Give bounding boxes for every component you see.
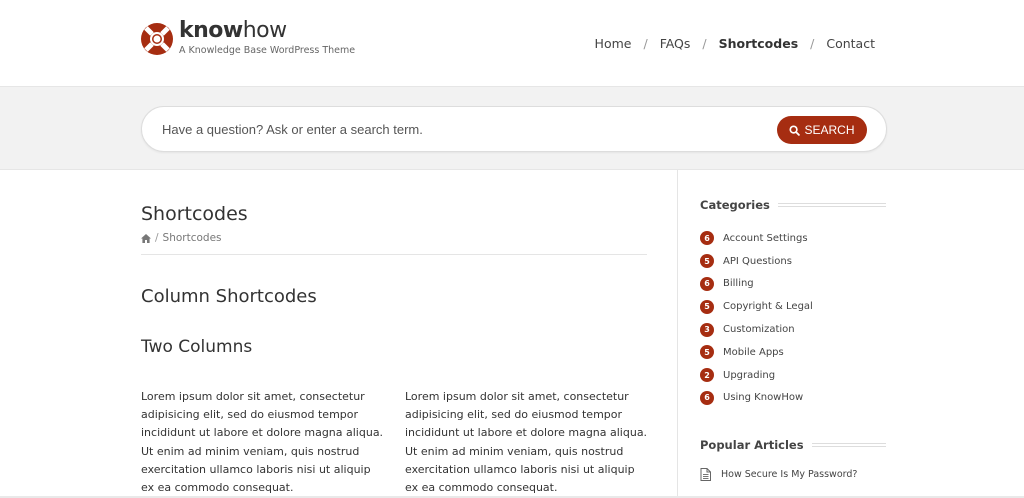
- home-icon[interactable]: [141, 233, 151, 243]
- categories-title-text: Categories: [700, 198, 770, 212]
- category-label: Copyright & Legal: [723, 301, 813, 313]
- category-item[interactable]: 5 Copyright & Legal: [700, 295, 813, 318]
- subsection-heading: Two Columns: [141, 337, 253, 357]
- categories-widget-title: Categories: [700, 198, 886, 212]
- category-item[interactable]: 5 Mobile Apps: [700, 341, 813, 364]
- nav-shortcodes[interactable]: Shortcodes: [719, 36, 799, 51]
- category-list: 6 Account Settings 5 API Questions 6 Billin…: [700, 227, 813, 409]
- breadcrumb-current: Shortcodes: [162, 232, 222, 244]
- category-item[interactable]: 5 API Questions: [700, 250, 813, 273]
- category-label: Billing: [723, 278, 754, 290]
- main-nav: Home / FAQs / Shortcodes / Contact: [595, 36, 875, 51]
- search-box: SEARCH: [141, 106, 887, 152]
- nav-home[interactable]: Home: [595, 36, 632, 51]
- nav-contact[interactable]: Contact: [826, 36, 875, 51]
- category-label: Mobile Apps: [723, 346, 784, 358]
- site-logo[interactable]: knowhow A Knowledge Base WordPress Theme: [140, 18, 356, 56]
- category-item[interactable]: 6 Using KnowHow: [700, 387, 813, 410]
- category-item[interactable]: 3 Customization: [700, 318, 813, 341]
- category-label: Account Settings: [723, 232, 808, 244]
- category-count-badge: 6: [700, 231, 714, 246]
- title-rule: [777, 203, 886, 207]
- category-count-badge: 5: [700, 254, 714, 269]
- popular-article-label: How Secure Is My Password?: [721, 469, 858, 480]
- category-count-badge: 6: [700, 276, 714, 291]
- popular-title-text: Popular Articles: [700, 438, 804, 452]
- category-item[interactable]: 6 Billing: [700, 273, 813, 296]
- nav-separator: /: [702, 36, 707, 51]
- nav-faqs[interactable]: FAQs: [660, 36, 691, 51]
- search-band: SEARCH: [0, 86, 1024, 170]
- lifebuoy-logo-icon: [141, 23, 173, 55]
- category-item[interactable]: 2 Upgrading: [700, 364, 813, 387]
- section-heading: Column Shortcodes: [141, 286, 317, 307]
- search-button-label: SEARCH: [804, 123, 855, 137]
- page-title: Shortcodes: [141, 203, 248, 225]
- search-icon: [789, 124, 801, 136]
- category-label: Upgrading: [723, 369, 776, 381]
- breadcrumb-separator: /: [155, 232, 159, 244]
- category-item[interactable]: 6 Account Settings: [700, 227, 813, 250]
- category-count-badge: 5: [700, 299, 714, 314]
- title-rule: [811, 443, 886, 447]
- category-count-badge: 6: [700, 390, 714, 405]
- category-label: Customization: [723, 324, 795, 336]
- category-count-badge: 3: [700, 322, 714, 337]
- popular-articles-widget-title: Popular Articles: [700, 438, 886, 452]
- brand-tagline: A Knowledge Base WordPress Theme: [179, 45, 356, 56]
- nav-separator: /: [810, 36, 815, 51]
- brand-name: knowhow: [179, 18, 287, 43]
- popular-article-item[interactable]: How Secure Is My Password?: [700, 468, 857, 481]
- search-input[interactable]: [160, 107, 740, 151]
- site-header: knowhow A Knowledge Base WordPress Theme…: [0, 0, 1024, 86]
- column-two-text: Lorem ipsum dolor sit amet, consectetur …: [405, 390, 648, 495]
- sidebar-divider: [677, 170, 678, 498]
- category-label: API Questions: [723, 255, 792, 267]
- title-divider: [141, 254, 647, 255]
- content-area: Shortcodes / Shortcodes Column Shortcode…: [0, 170, 1024, 498]
- breadcrumb: / Shortcodes: [141, 232, 222, 244]
- search-button[interactable]: SEARCH: [777, 116, 867, 144]
- column-one-text: Lorem ipsum dolor sit amet, consectetur …: [141, 390, 384, 495]
- document-icon: [700, 468, 711, 481]
- category-count-badge: 5: [700, 345, 714, 360]
- category-count-badge: 2: [700, 368, 714, 383]
- category-label: Using KnowHow: [723, 392, 804, 404]
- nav-separator: /: [643, 36, 648, 51]
